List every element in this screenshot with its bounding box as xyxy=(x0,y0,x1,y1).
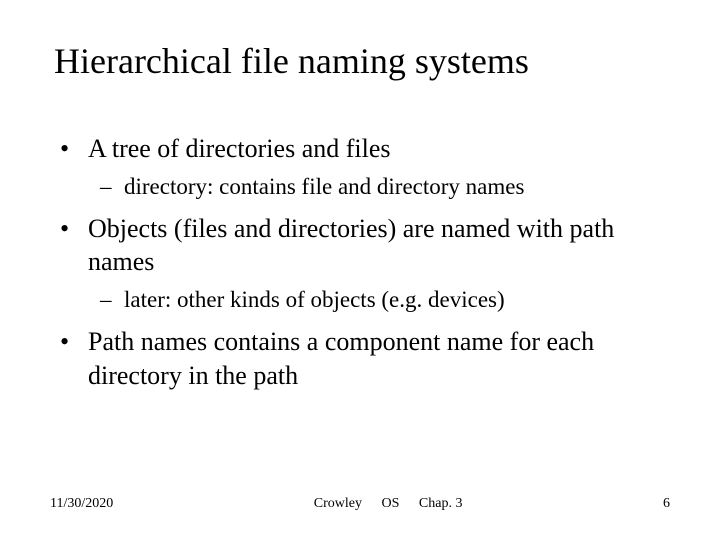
footer-date: 11/30/2020 xyxy=(50,496,113,512)
bullet-text: Path names contains a component name for… xyxy=(88,325,670,393)
sub-bullet-text: directory: contains file and directory n… xyxy=(124,172,670,202)
footer-page-number: 6 xyxy=(663,496,670,512)
bullet-text: Objects (files and directories) are name… xyxy=(88,212,670,280)
bullet-marker: • xyxy=(60,212,88,280)
footer-course: OS xyxy=(382,496,400,511)
bullet-marker: • xyxy=(60,132,88,166)
slide-content: • A tree of directories and files – dire… xyxy=(50,132,670,393)
sub-bullet-text: later: other kinds of objects (e.g. devi… xyxy=(124,285,670,315)
bullet-item: • Path names contains a component name f… xyxy=(60,325,670,393)
bullet-text: A tree of directories and files xyxy=(88,132,670,166)
bullet-item: • A tree of directories and files xyxy=(60,132,670,166)
footer-center: Crowley OS Chap. 3 xyxy=(113,496,663,512)
sub-bullet-item: – later: other kinds of objects (e.g. de… xyxy=(100,285,670,315)
dash-marker: – xyxy=(100,285,124,315)
slide-footer: 11/30/2020 Crowley OS Chap. 3 6 xyxy=(50,496,670,512)
footer-author: Crowley xyxy=(314,496,362,511)
dash-marker: – xyxy=(100,172,124,202)
bullet-marker: • xyxy=(60,325,88,393)
footer-chapter: Chap. 3 xyxy=(419,496,463,511)
slide-title: Hierarchical file naming systems xyxy=(54,40,670,82)
bullet-item: • Objects (files and directories) are na… xyxy=(60,212,670,280)
sub-bullet-item: – directory: contains file and directory… xyxy=(100,172,670,202)
